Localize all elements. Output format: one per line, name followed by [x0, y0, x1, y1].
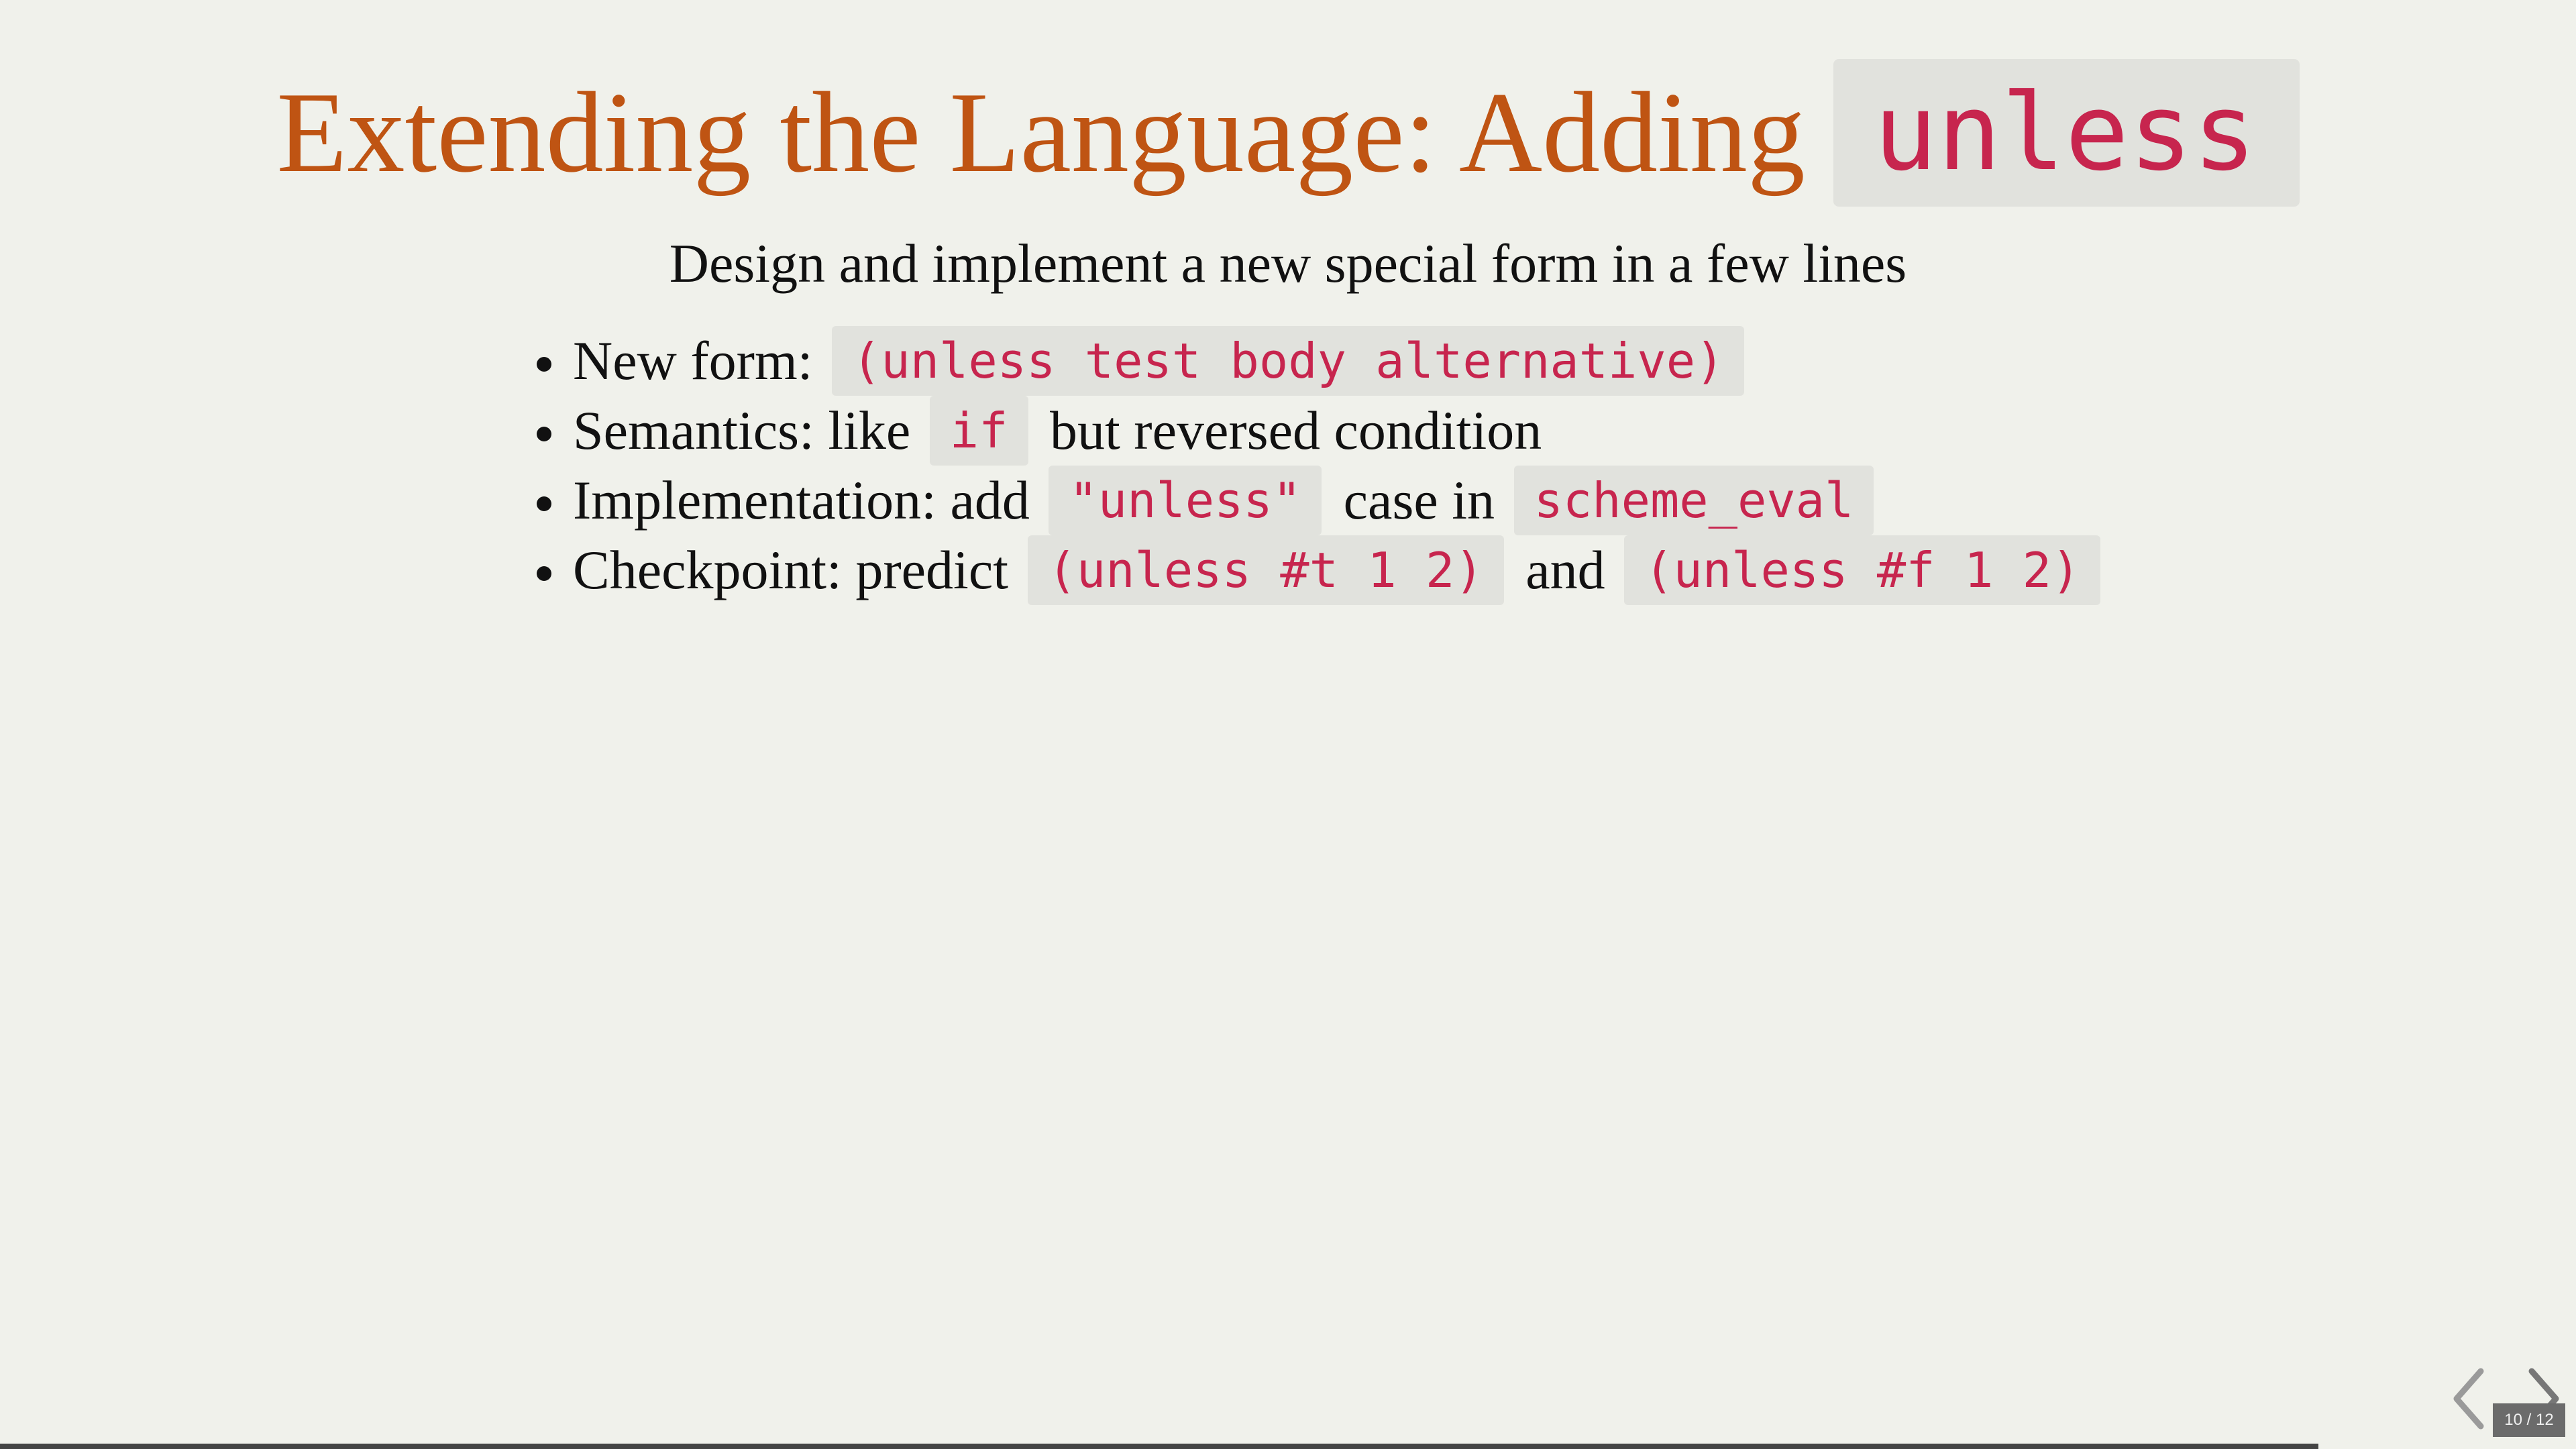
bullet-text: Checkpoint: predict: [573, 539, 1022, 600]
bullet-text: case in: [1330, 470, 1509, 531]
slide-total: 12: [2536, 1411, 2554, 1429]
slide-title-text: Extending the Language: Adding: [276, 69, 1805, 197]
bullet-item: Implementation: add "unless" case in sch…: [533, 466, 2108, 535]
bullet-dot: [537, 357, 551, 372]
slide-current: 10: [2504, 1411, 2522, 1429]
slide-title: Extending the Language: Adding unless: [0, 59, 2576, 207]
slide: Extending the Language: Adding unless Des…: [0, 0, 2576, 1449]
bullet-text: Semantics: like: [573, 400, 924, 461]
bullet-item: Checkpoint: predict (unless #t 1 2) and …: [533, 535, 2108, 605]
bullet-text: but reversed condition: [1036, 400, 1542, 461]
inline-code: (unless #f 1 2): [1624, 535, 2101, 605]
inline-code: if: [929, 396, 1028, 466]
slide-subtitle: Design and implement a new special form …: [669, 233, 1907, 294]
progress-fill: [0, 1444, 2318, 1449]
chevron-left-icon: [2453, 1368, 2484, 1430]
slide-separator: /: [2526, 1411, 2532, 1429]
bullet-item: Semantics: like if but reversed conditio…: [533, 396, 2108, 466]
inline-code: scheme_eval: [1513, 466, 1874, 535]
bullet-text: New form:: [573, 330, 827, 391]
bullet-dot: [537, 566, 551, 581]
bullet-item: New form: (unless test body alternative): [533, 326, 2108, 396]
slide-title-code: unless: [1833, 59, 2300, 207]
inline-code: "unless": [1049, 466, 1322, 535]
bullet-dot: [537, 496, 551, 511]
prev-slide-button[interactable]: [2442, 1362, 2496, 1436]
bullet-text: and: [1511, 539, 1619, 600]
inline-code: (unless test body alternative): [832, 326, 1745, 396]
progress-bar: [0, 1444, 2576, 1449]
bullet-list: New form: (unless test body alternative)…: [533, 326, 2108, 605]
inline-code: (unless #t 1 2): [1027, 535, 1504, 605]
slide-counter: 10 / 12: [2493, 1403, 2565, 1437]
bullet-dot: [537, 427, 551, 441]
bullet-text: Implementation: add: [573, 470, 1044, 531]
